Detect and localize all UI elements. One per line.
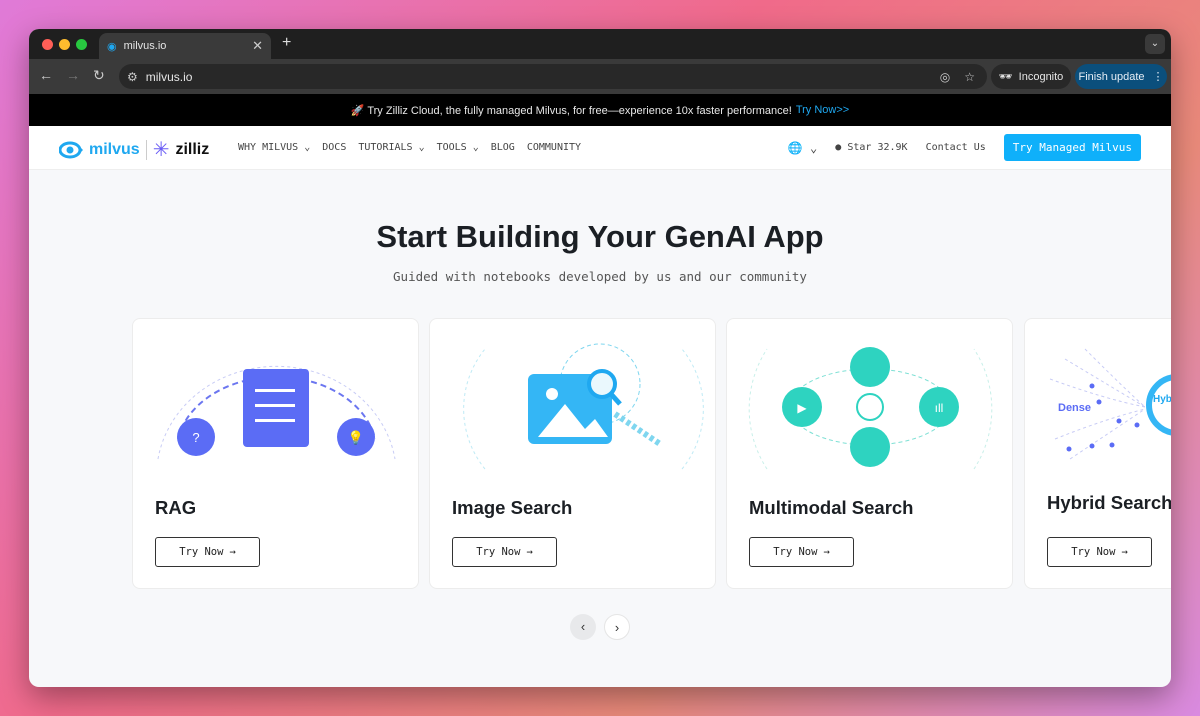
browser-toolbar: ← → ↻ ⚙ milvus.io ◎ ☆ 🕶 Incognito Finish u…	[29, 59, 1171, 94]
nav-item-docs[interactable]: DOCS	[322, 142, 346, 153]
site-nav: milvus ✳ zilliz WHY MILVUS ⌄ DOCS TUTORI…	[29, 126, 1171, 170]
try-now-button[interactable]: Try Now →	[749, 537, 854, 567]
finish-update-label: Finish update	[1078, 70, 1145, 83]
forward-icon[interactable]: →	[66, 67, 80, 83]
hybrid-search-illustration: Dense Hybrid Search	[1049, 348, 1171, 460]
chevron-right-icon: ›	[614, 620, 620, 635]
try-now-button[interactable]: Try Now →	[452, 537, 557, 567]
carousel-next-button[interactable]: ›	[604, 614, 630, 640]
logo-zilliz-text: zilliz	[175, 140, 210, 158]
card-title: RAG	[155, 497, 197, 518]
rag-illustration: ? 💡	[157, 365, 396, 460]
try-managed-milvus-button[interactable]: Try Managed Milvus	[1003, 134, 1141, 161]
milvus-favicon-icon: ◉	[107, 40, 117, 53]
more-menu-icon: ⋮	[1152, 71, 1164, 83]
dense-label: Dense	[1058, 402, 1091, 414]
language-selector[interactable]: 🌐 ⌄	[788, 141, 817, 155]
contact-us-link[interactable]: Contact Us	[926, 142, 986, 153]
card-title: Image Search	[452, 497, 573, 518]
image-search-illustration	[463, 343, 704, 470]
try-now-button[interactable]: Try Now →	[155, 537, 260, 567]
site-info-icon[interactable]: ⚙	[127, 70, 138, 84]
milvus-logo-icon	[59, 141, 83, 158]
new-tab-icon[interactable]: +	[282, 34, 291, 52]
hero-title: Start Building Your GenAI App	[376, 219, 824, 254]
nav-item-blog[interactable]: BLOG	[491, 142, 515, 153]
incognito-button[interactable]: 🕶 Incognito	[991, 64, 1071, 89]
github-star-link[interactable]: ● Star 32.9K	[835, 142, 907, 153]
card-hybrid-search[interactable]: Dense Hybrid Search Hybrid Search Try No…	[1024, 318, 1171, 589]
chevron-left-icon: ‹	[580, 619, 586, 634]
address-bar[interactable]: ⚙ milvus.io ◎ ☆	[119, 64, 987, 89]
bookmark-star-icon[interactable]: ☆	[964, 70, 975, 84]
carousel-prev-button[interactable]: ‹	[570, 614, 596, 640]
logo-milvus-text: milvus	[89, 140, 140, 158]
card-title: Multimodal Search	[749, 497, 914, 518]
nav-item-tools[interactable]: TOOLS ⌄	[437, 142, 479, 153]
nav-item-tutorials[interactable]: TUTORIALS ⌄	[358, 142, 424, 153]
close-window-button[interactable]	[42, 39, 53, 50]
browser-window: ◉ milvus.io ✕ + ⌄ ← → ↻ ⚙ milvus.io ◎ ☆ 🕶…	[29, 29, 1171, 687]
banner-link[interactable]: Try Now>>	[796, 104, 849, 116]
multimodal-illustration: ▶ ıll	[748, 347, 993, 470]
star-count: 32.9K	[877, 142, 908, 153]
svg-text:▶: ▶	[797, 401, 807, 415]
hero-subtitle: Guided with notebooks developed by us an…	[393, 269, 807, 284]
github-icon: ●	[835, 142, 842, 153]
card-image-search[interactable]: Image Search Try Now →	[429, 318, 716, 589]
card-rag[interactable]: ? 💡 RAG Try Now →	[132, 318, 419, 589]
incognito-icon: 🕶	[998, 71, 1013, 83]
star-label: Star	[847, 142, 872, 153]
finish-update-button[interactable]: Finish update ⋮	[1075, 64, 1167, 89]
globe-icon: 🌐	[787, 140, 803, 155]
nav-item-community[interactable]: COMMUNITY	[527, 142, 581, 153]
promo-banner: 🚀 Try Zilliz Cloud, the fully managed Mi…	[29, 94, 1171, 126]
eye-off-icon[interactable]: ◎	[940, 70, 950, 84]
close-tab-icon[interactable]: ✕	[252, 38, 263, 54]
logo-divider	[145, 139, 147, 160]
banner-text: 🚀 Try Zilliz Cloud, the fully managed Mi…	[350, 104, 792, 117]
nav-item-why-milvus[interactable]: WHY MILVUS ⌄	[238, 142, 310, 153]
arrow-right-icon: →	[229, 546, 236, 558]
zilliz-star-icon: ✳	[152, 139, 170, 161]
tab-title: milvus.io	[123, 40, 167, 52]
svg-text:?: ?	[192, 430, 199, 445]
logo[interactable]: milvus ✳ zilliz	[59, 137, 209, 162]
maximize-window-button[interactable]	[76, 39, 87, 50]
hybrid-search-label: Hybrid Search	[1153, 394, 1171, 405]
url-text: milvus.io	[145, 69, 193, 84]
arrow-right-icon: →	[526, 546, 533, 558]
card-multimodal-search[interactable]: ▶ ıll Multimodal Search Try Now →	[726, 318, 1013, 589]
tab-bar: ◉ milvus.io ✕ + ⌄	[29, 29, 1171, 59]
tab-search-chevron-icon[interactable]: ⌄	[1145, 34, 1165, 54]
arrow-right-icon: →	[1121, 546, 1128, 558]
svg-text:💡: 💡	[348, 430, 364, 445]
minimize-window-button[interactable]	[59, 39, 70, 50]
svg-text:ıll: ıll	[935, 401, 944, 415]
nav-menu: WHY MILVUS ⌄ DOCS TUTORIALS ⌄ TOOLS ⌄ BL…	[238, 142, 581, 153]
try-now-button[interactable]: Try Now →	[1047, 537, 1152, 567]
reload-icon[interactable]: ↻	[93, 67, 105, 84]
card-title: Hybrid Search	[1047, 492, 1171, 513]
back-icon[interactable]: ←	[39, 67, 53, 83]
arrow-right-icon: →	[823, 546, 830, 558]
incognito-label: Incognito	[1018, 70, 1064, 83]
browser-tab[interactable]: ◉ milvus.io ✕	[99, 33, 271, 59]
